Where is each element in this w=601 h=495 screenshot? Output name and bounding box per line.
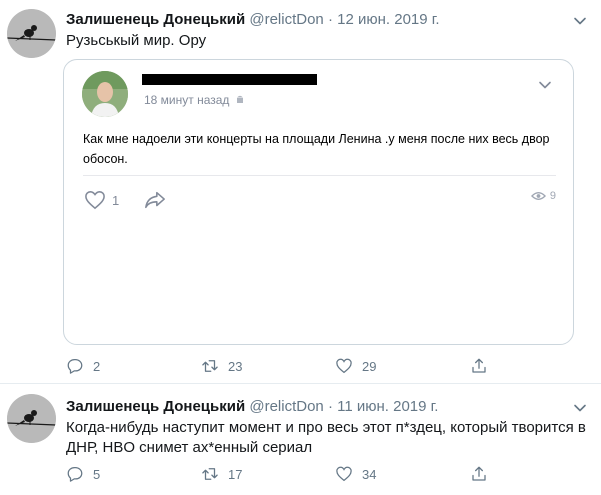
reply-button[interactable]: 2	[66, 357, 100, 375]
author-handle[interactable]: @relictDon	[249, 398, 323, 415]
tweet-date[interactable]: 11 июн. 2019 г.	[337, 398, 438, 415]
tweet[interactable]: Залишенець Донецький @relictDon · 11 июн…	[0, 384, 601, 495]
tweet-text: Рузьськый мир. Ору	[66, 32, 207, 49]
redacted-name	[142, 74, 317, 85]
reply-count: 5	[93, 466, 101, 482]
separator-dot: ·	[327, 398, 333, 415]
tweet-date[interactable]: 12 июн. 2019 г.	[337, 11, 439, 28]
avatar[interactable]	[7, 9, 56, 58]
reply-icon	[67, 358, 83, 374]
reply-count: 2	[93, 358, 101, 374]
quoted-timestamp: 18 минут назад	[144, 93, 245, 107]
quoted-divider	[83, 175, 556, 176]
retweet-button[interactable]: 17	[201, 465, 242, 483]
quoted-like-button[interactable]: 1	[84, 190, 119, 210]
quoted-view-count: 9	[549, 190, 556, 202]
separator-dot: ·	[327, 11, 333, 28]
share-button[interactable]	[470, 465, 497, 483]
retweet-count: 17	[228, 466, 243, 482]
author-name[interactable]: Залишенець Донецький	[66, 11, 245, 28]
reply-icon	[67, 466, 83, 482]
avatar[interactable]	[7, 394, 56, 443]
android-icon	[236, 95, 243, 103]
author-name[interactable]: Залишенець Донецький	[66, 398, 245, 415]
quoted-like-count: 1	[112, 192, 120, 208]
tweet-text: Когда-нибудь наступит момент и про весь …	[66, 419, 586, 456]
quoted-avatar-image	[82, 71, 128, 117]
retweet-icon	[202, 360, 218, 372]
tweet[interactable]: Залишенець Донецький @relictDon · 12 июн…	[0, 0, 601, 383]
like-icon	[336, 466, 352, 482]
quoted-views: 9	[530, 190, 556, 202]
quoted-text: Как мне надоели эти концерты на площади …	[83, 132, 550, 166]
like-button[interactable]: 34	[335, 465, 376, 483]
like-count: 29	[362, 358, 377, 374]
like-icon	[336, 358, 352, 374]
avatar-image	[7, 394, 56, 443]
like-count: 34	[362, 466, 377, 482]
chevron-down-icon[interactable]	[573, 14, 587, 28]
chevron-down-icon[interactable]	[538, 78, 552, 92]
quoted-post[interactable]: 18 минут назад Как мне надоели эти конце…	[63, 59, 574, 345]
share-icon	[472, 466, 486, 481]
quoted-share-button[interactable]	[144, 190, 166, 215]
reply-button[interactable]: 5	[66, 465, 100, 483]
author-handle[interactable]: @relictDon	[249, 11, 323, 28]
retweet-icon	[202, 468, 218, 480]
like-button[interactable]: 29	[335, 357, 376, 375]
like-icon	[85, 191, 105, 210]
tweet-actions: 2 23 29	[66, 357, 496, 377]
share-icon	[472, 358, 486, 373]
eye-icon	[530, 192, 546, 200]
avatar-image	[7, 9, 56, 58]
tweet-actions: 5 17 34	[66, 465, 496, 485]
share-icon	[145, 191, 165, 209]
quoted-avatar[interactable]	[82, 71, 128, 117]
retweet-button[interactable]: 23	[201, 357, 242, 375]
share-button[interactable]	[470, 357, 497, 375]
chevron-down-icon[interactable]	[573, 401, 587, 415]
tweet-header: Залишенець Донецький @relictDon · 11 июн…	[66, 398, 438, 415]
tweet-header: Залишенець Донецький @relictDon · 12 июн…	[66, 11, 440, 28]
retweet-count: 23	[228, 358, 243, 374]
